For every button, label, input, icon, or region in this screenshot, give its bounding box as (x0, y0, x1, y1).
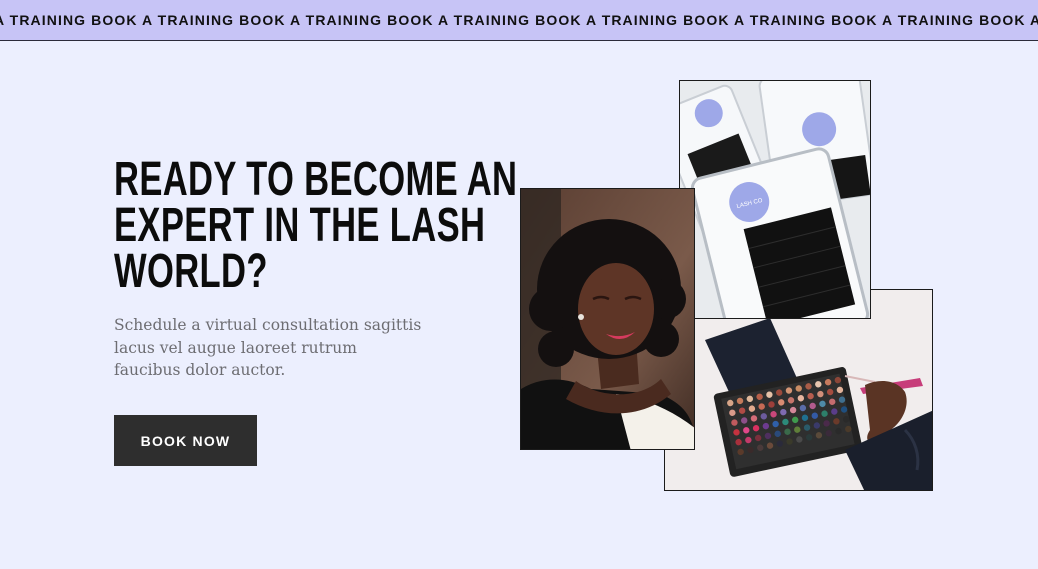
portrait-illustration (521, 189, 694, 449)
description-line-2: lacus vel augue laoreet rutrum (114, 338, 357, 357)
lash-trays-photo: LASH CO (679, 80, 871, 319)
headline-line-3: WORLD? (114, 245, 268, 298)
book-now-button[interactable]: BOOK NOW (114, 415, 257, 466)
description-line-3: faucibus dolor auctor. (114, 361, 286, 379)
palette-illustration (665, 290, 932, 490)
description-line-1: Schedule a virtual consultation sagittis (114, 316, 422, 334)
training-ticker-banner: A TRAINING BOOK A TRAINING BOOK A TRAINI… (0, 0, 1038, 41)
headline-line-2: EXPERT IN THE LASH (114, 199, 486, 252)
eyeshadow-palette-photo (664, 289, 933, 491)
lash-trays-illustration: LASH CO (680, 81, 870, 318)
ticker-text: A TRAINING BOOK A TRAINING BOOK A TRAINI… (0, 12, 1038, 28)
headline-line-1: READY TO BECOME AN (114, 153, 518, 206)
student-portrait-photo (520, 188, 695, 450)
hero-description: Schedule a virtual consultation sagittis… (114, 314, 434, 382)
hero-headline: READY TO BECOME AN EXPERT IN THE LASH WO… (114, 153, 518, 298)
